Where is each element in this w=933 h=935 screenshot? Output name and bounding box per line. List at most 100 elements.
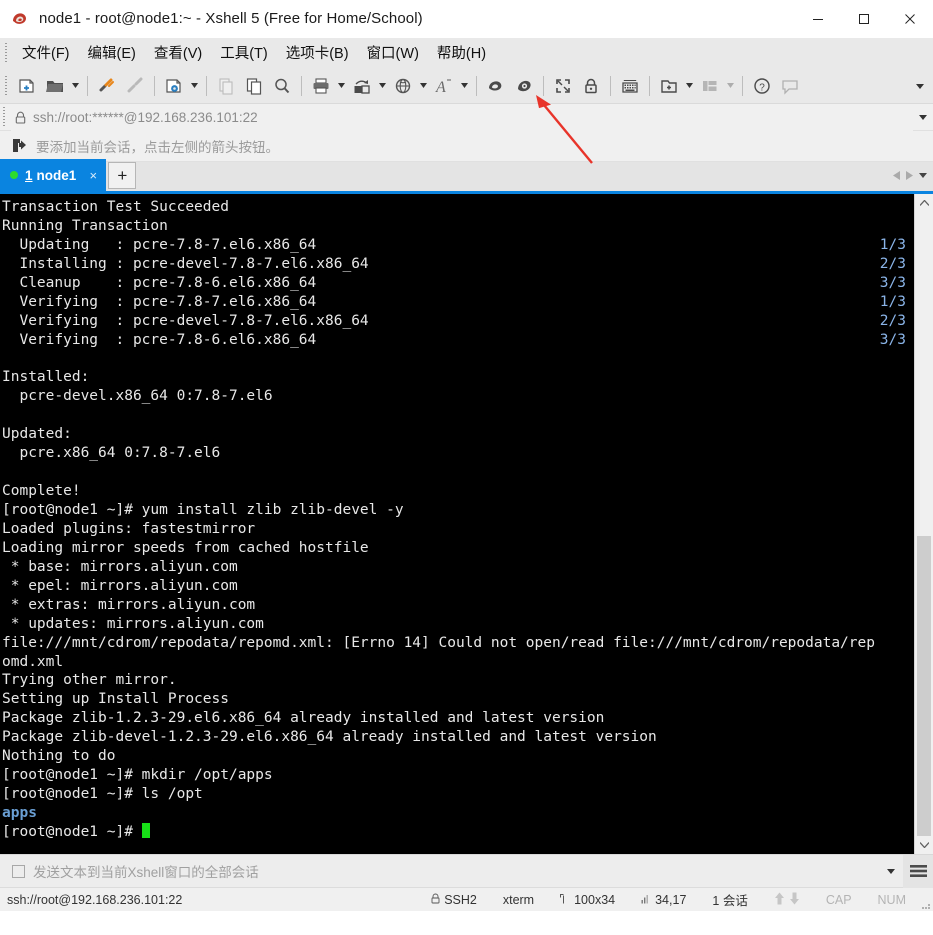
window-title: node1 - root@node1:~ - Xshell 5 (Free fo… [39, 10, 423, 27]
terminal-line-text: Verifying : pcre-devel-7.8-7.el6.x86_64 [2, 312, 369, 329]
print-icon[interactable] [307, 72, 335, 100]
toolbar-separator [543, 75, 544, 96]
add-folder-icon[interactable] [655, 72, 683, 100]
resize-grip[interactable] [919, 888, 933, 912]
menu-edit[interactable]: 编辑(E) [79, 38, 145, 67]
globe-icon[interactable] [389, 72, 417, 100]
add-session-arrow-icon[interactable] [12, 138, 29, 154]
terminal-line-text: * extras: mirrors.aliyun.com [2, 596, 256, 613]
scrollbar-thumb[interactable] [917, 536, 931, 836]
terminal-line: Loading mirror speeds from cached hostfi… [2, 539, 914, 558]
address-input[interactable]: ssh://root:******@192.168.236.101:22 [11, 103, 913, 131]
tab-close-icon[interactable]: × [86, 168, 100, 183]
svg-text:?: ? [759, 82, 765, 93]
address-bar: ssh://root:******@192.168.236.101:22 [0, 103, 933, 131]
toolbar-separator [301, 75, 302, 96]
send-history-caret-icon[interactable] [879, 855, 903, 888]
terminal-line: apps [2, 804, 914, 823]
scrollbar-track[interactable] [915, 212, 933, 836]
xshell-logo-icon [10, 9, 30, 29]
xagent-icon[interactable] [510, 72, 538, 100]
add-folder-caret[interactable] [683, 72, 696, 100]
layout-caret [724, 72, 737, 100]
lock-icon [431, 893, 440, 907]
terminal-line: Transaction Test Succeeded [2, 198, 914, 217]
address-dropdown-caret[interactable] [913, 104, 933, 131]
menubar-gripper[interactable] [2, 42, 10, 64]
upload-arrow-icon [774, 892, 785, 908]
send-to-all-bar: 发送文本到当前Xshell窗口的全部会话 [0, 854, 933, 888]
paste-icon[interactable] [240, 72, 268, 100]
menu-tabs[interactable]: 选项卡(B) [277, 38, 358, 67]
terminal-line: Verifying : pcre-7.8-7.el6.x86_64 1/3 [2, 293, 914, 312]
session-properties-caret[interactable] [188, 72, 201, 100]
font-caret[interactable] [458, 72, 471, 100]
minimize-button[interactable] [795, 0, 841, 38]
tab-prev-icon[interactable] [893, 170, 900, 180]
terminal-scrollbar[interactable] [914, 194, 933, 854]
terminal-line-text: Installed: [2, 369, 90, 386]
terminal-line: Package zlib-1.2.3-29.el6.x86_64 already… [2, 709, 914, 728]
toolbar-separator [610, 75, 611, 96]
terminal-line: Package zlib-devel-1.2.3-29.el6.x86_64 a… [2, 728, 914, 747]
fullscreen-icon[interactable] [549, 72, 577, 100]
terminal-line-text: Loading mirror speeds from cached hostfi… [2, 539, 369, 556]
terminal-line: Updating : pcre-7.8-7.el6.x86_64 1/3 [2, 236, 914, 255]
tab-next-icon[interactable] [906, 170, 913, 180]
transfer-file-icon[interactable] [348, 72, 376, 100]
menu-file[interactable]: 文件(F) [13, 38, 79, 67]
terminal-output[interactable]: Transaction Test Succeeded Running Transa… [0, 194, 914, 854]
find-icon[interactable] [268, 72, 296, 100]
connect-icon[interactable] [93, 72, 121, 100]
hamburger-menu-icon[interactable] [903, 854, 933, 888]
transfer-file-caret[interactable] [376, 72, 389, 100]
terminal-line: pcre.x86_64 0:7.8-7.el6 [2, 444, 914, 463]
terminal-line-right: 3/3 [879, 331, 906, 348]
screen-size-icon [560, 893, 570, 907]
open-folder-caret[interactable] [69, 72, 82, 100]
terminal-line-text: [root@node1 ~]# yum install zlib zlib-de… [2, 502, 404, 518]
addressbar-gripper[interactable] [0, 106, 8, 128]
globe-caret[interactable] [417, 72, 430, 100]
open-folder-icon[interactable] [41, 72, 69, 100]
terminal-line: Installed: [2, 368, 914, 387]
terminal-line: Loaded plugins: fastestmirror [2, 520, 914, 539]
lock-icon[interactable] [577, 72, 605, 100]
tab-status-dot [10, 171, 18, 179]
terminal-line: Running Transaction [2, 217, 914, 236]
terminal-line: [root@node1 ~]# ls /opt [2, 785, 914, 804]
keyboard-icon[interactable] [616, 72, 644, 100]
scroll-down-button[interactable] [915, 836, 933, 854]
xftp-icon[interactable] [482, 72, 510, 100]
xshell-window: node1 - root@node1:~ - Xshell 5 (Free fo… [0, 0, 933, 911]
menu-bar: 文件(F) 编辑(E) 查看(V) 工具(T) 选项卡(B) 窗口(W) 帮助(… [0, 38, 933, 68]
toolbar-separator [154, 75, 155, 96]
menu-window[interactable]: 窗口(W) [358, 38, 428, 67]
terminal-line-text: Updating : pcre-7.8-7.el6.x86_64 [2, 236, 317, 253]
terminal-line-text: Verifying : pcre-7.8-6.el6.x86_64 [2, 331, 317, 348]
toolbar-gripper[interactable] [2, 75, 10, 97]
menu-tools[interactable]: 工具(T) [211, 38, 277, 67]
toolbar-overflow-caret[interactable] [913, 68, 927, 104]
menu-view[interactable]: 查看(V) [145, 38, 211, 67]
tab-list-caret-icon[interactable] [919, 172, 927, 178]
terminal-line-right: 1/3 [879, 293, 906, 310]
terminal-area: Transaction Test Succeeded Running Transa… [0, 194, 933, 854]
new-session-icon[interactable] [13, 72, 41, 100]
new-tab-button[interactable]: + [108, 162, 137, 189]
session-properties-icon[interactable] [160, 72, 188, 100]
tab-node1[interactable]: 1 node1 × [0, 159, 107, 191]
close-button[interactable] [887, 0, 933, 38]
send-to-all-checkbox[interactable] [12, 864, 25, 878]
tab-label: node1 [36, 167, 77, 183]
print-caret[interactable] [335, 72, 348, 100]
status-caps: CAP [825, 892, 852, 907]
help-icon[interactable]: ? [748, 72, 776, 100]
terminal-line-text: [root@node1 ~]# mkdir /opt/apps [2, 767, 273, 784]
maximize-button[interactable] [841, 0, 887, 38]
menu-help[interactable]: 帮助(H) [428, 38, 495, 67]
scroll-up-button[interactable] [915, 194, 933, 212]
font-icon[interactable]: A [430, 72, 458, 100]
terminal-line-text: * epel: mirrors.aliyun.com [2, 577, 238, 594]
